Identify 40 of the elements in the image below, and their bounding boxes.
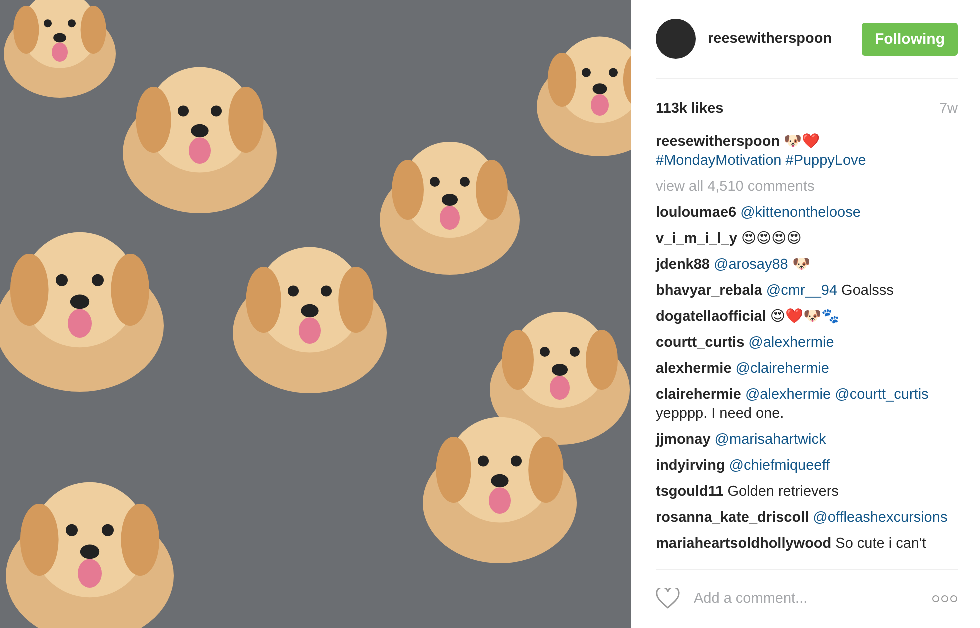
comment-text: Golden retrievers: [728, 483, 839, 502]
hashtag-link[interactable]: #PuppyLove: [786, 152, 866, 171]
comment-username[interactable]: jdenk88: [656, 256, 710, 275]
comment-username[interactable]: v_i_m_i_l_y: [656, 230, 738, 249]
mention-link[interactable]: @clairehermie: [736, 360, 830, 379]
avatar[interactable]: [656, 19, 696, 59]
comment-text: 🐶❤: [784, 133, 820, 152]
comment-text: 😍😍😍😍: [741, 230, 802, 249]
mention-link[interactable]: @alexhermie: [748, 334, 834, 353]
mention-link[interactable]: @marisahartwick: [714, 431, 826, 450]
comment-username[interactable]: clairehermie: [656, 386, 742, 405]
mention-link[interactable]: @alexhermie: [745, 386, 832, 405]
comment-text: Goalsss: [842, 282, 894, 301]
username[interactable]: reesewitherspoon: [708, 31, 850, 47]
post-age: 7w: [939, 101, 958, 117]
comment-username[interactable]: rosanna_kate_driscoll: [656, 509, 810, 528]
mention-link[interactable]: @arosay88: [714, 256, 788, 275]
more-options-icon[interactable]: [932, 595, 958, 603]
comment-text: yepppp. I need one.: [656, 405, 784, 424]
comment-username[interactable]: bhavyar_rebala: [656, 282, 762, 301]
mention-link[interactable]: @offleashexcursions: [813, 509, 948, 528]
comment-username[interactable]: reesewitherspoon: [656, 133, 780, 152]
mention-link[interactable]: @courtt_curtis: [835, 386, 929, 405]
comment-username[interactable]: indyirving: [656, 457, 726, 476]
mention-link[interactable]: @cmr__94: [766, 282, 838, 301]
comment-text: So cute i can't: [836, 535, 926, 554]
comment-username[interactable]: tsgould11: [656, 483, 724, 502]
comment-username[interactable]: jjmonay: [656, 431, 711, 450]
mention-link[interactable]: @kittenontheloose: [740, 204, 861, 223]
likes-count: 113k likes: [656, 101, 724, 117]
comment-username[interactable]: dogatellaofficial: [656, 308, 766, 327]
comment-username[interactable]: louloumae6: [656, 204, 737, 223]
comment-username[interactable]: courtt_curtis: [656, 334, 745, 353]
comment-text: 🐶: [792, 256, 810, 275]
mention-link[interactable]: @chiefmiqueeff: [729, 457, 830, 476]
hashtag-link[interactable]: #MondayMotivation: [656, 152, 782, 171]
comment-username[interactable]: alexhermie: [656, 360, 732, 379]
like-heart-icon[interactable]: [656, 588, 680, 610]
comment-username[interactable]: mariaheartsoldhollywood: [656, 535, 832, 554]
comment-text: 😍❤🐶🐾: [770, 308, 840, 327]
